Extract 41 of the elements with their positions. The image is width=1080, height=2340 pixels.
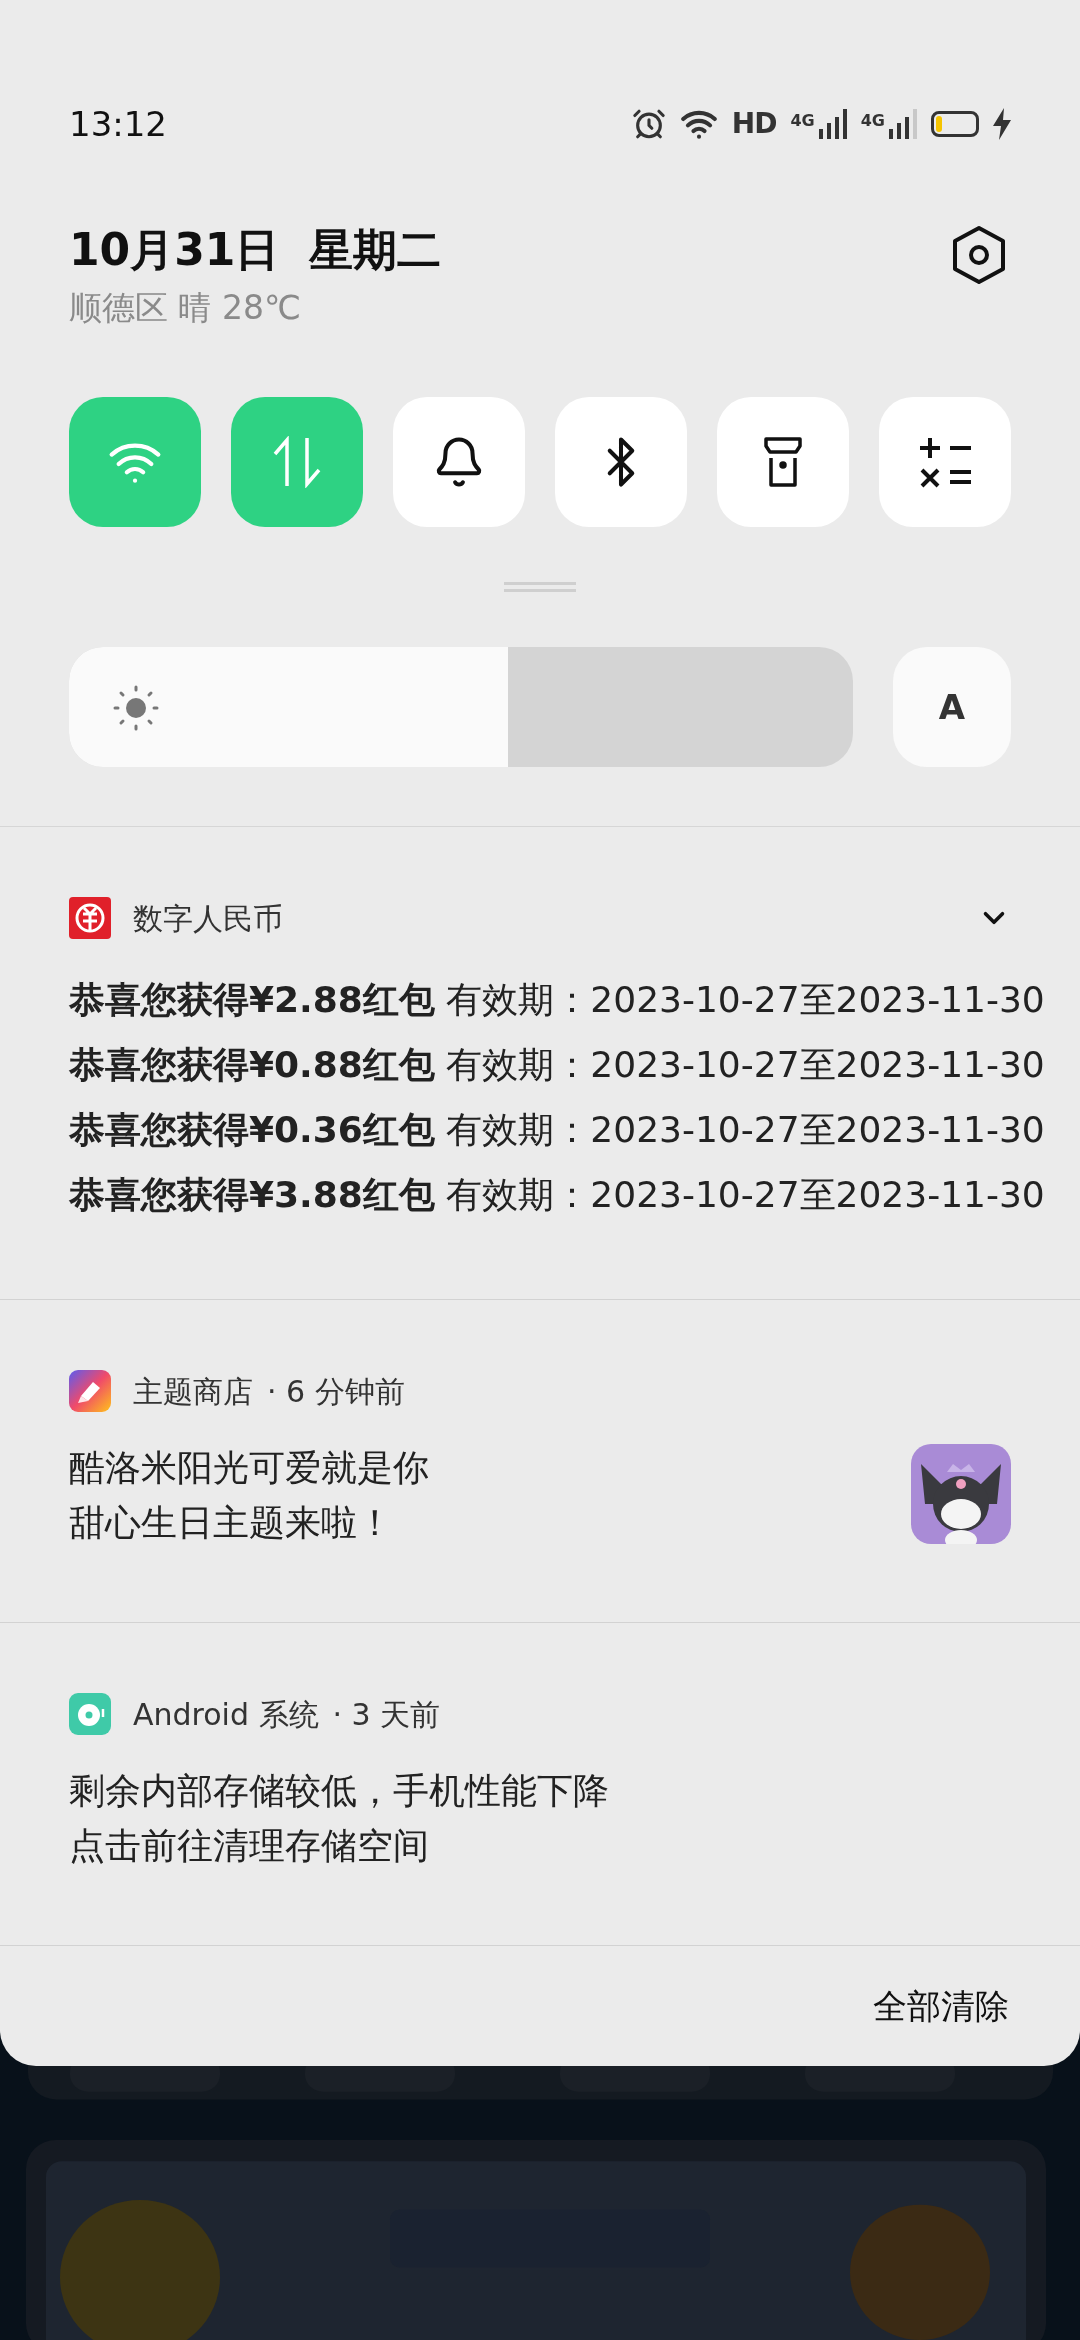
auto-brightness-button[interactable]: A [893,647,1011,767]
toggle-tile[interactable] [69,397,201,527]
hd-label: HD [731,106,777,142]
network-label: 4G [860,110,885,132]
app-name: 数字人民币 [133,899,283,938]
app-icon [69,1370,111,1412]
app-name: 主题商店 [133,1372,253,1411]
network-label: 4G [790,110,815,132]
app-icon [69,897,111,939]
drag-handle[interactable] [504,582,576,592]
sun-icon [113,685,159,731]
notification-text: 甜心生日主题来啦！ [69,1501,394,1545]
toggle-tile[interactable] [231,397,363,527]
notification-text: 恭喜您获得¥0.36红包 有效期：2023-10-27至2023-11-30 [69,1108,1045,1152]
clear-all-button[interactable]: 全部清除 [873,1980,1009,2032]
toggle-tile[interactable] [393,397,525,527]
notification-text: 恭喜您获得¥3.88红包 有效期：2023-10-27至2023-11-30 [69,1173,1045,1217]
notification-text: 酷洛米阳光可爱就是你 [69,1446,429,1490]
calculator-icon [917,436,973,488]
date-text: 10月31日 [69,223,280,277]
signal-icon [818,109,847,139]
toggle-tile[interactable] [717,397,849,527]
flashlight-icon [763,436,803,488]
alarm-icon [631,107,666,141]
toggle-tile[interactable] [555,397,687,527]
notification-text: 剩余内部存储较低，手机性能下降 [69,1769,609,1813]
notification-text: 恭喜您获得¥0.88红包 有效期：2023-10-27至2023-11-30 [69,1043,1045,1087]
notification-text: 点击前往清理存储空间 [69,1824,430,1868]
app-icon [69,1693,111,1735]
weekday-text: 星期二 [309,223,442,277]
signal-icon [889,109,917,139]
notification-time: · 3 天前 [332,1695,441,1734]
toggle-tile[interactable] [879,397,1011,527]
app-name: Android 系统 [133,1695,319,1734]
weather-text: 顺德区 晴 28℃ [69,287,303,329]
notification-text: 恭喜您获得¥2.88红包 有效期：2023-10-27至2023-11-30 [69,978,1045,1022]
settings-icon[interactable] [952,225,1006,285]
clock: 13:12 [69,103,167,146]
brightness-slider[interactable] [69,647,853,767]
battery-icon [931,111,979,137]
notification-time: · 6 分钟前 [267,1372,405,1411]
